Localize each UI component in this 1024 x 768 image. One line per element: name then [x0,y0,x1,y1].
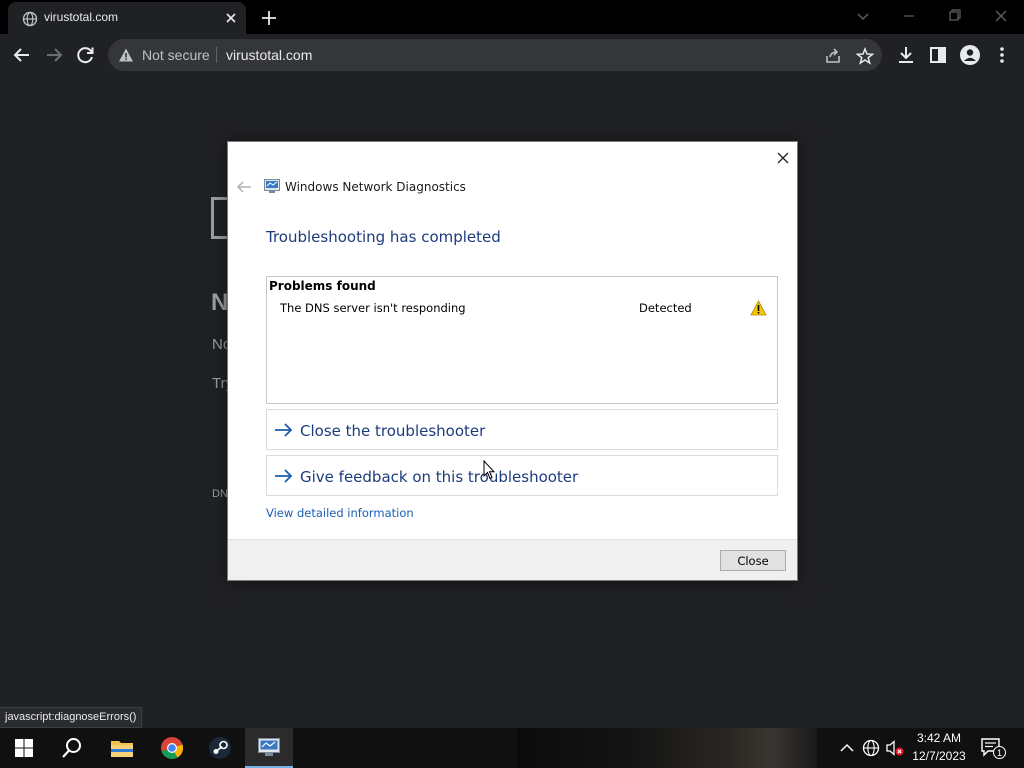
star-icon[interactable] [856,47,874,65]
network-diagnostics-icon [258,738,280,756]
download-icon[interactable] [894,44,918,66]
chrome-taskbar-button[interactable] [148,728,196,768]
volume-muted-icon[interactable] [885,738,905,758]
arrow-right-icon [275,423,293,437]
action-center-button[interactable]: 1 [980,737,1006,759]
tab-strip: virustotal.com [0,0,1024,34]
clock-date[interactable]: 12/7/2023 [911,749,967,763]
give-feedback-link[interactable]: Give feedback on this troubleshooter [266,455,778,496]
arrow-right-icon [275,469,293,483]
share-icon[interactable] [824,47,842,65]
search-button[interactable] [48,728,96,768]
menu-icon[interactable] [990,44,1014,66]
clock-time[interactable]: 3:42 AM [916,731,962,745]
problem-name: The DNS server isn't responding [280,301,466,315]
back-icon[interactable] [10,44,34,66]
windows-logo-icon [15,739,33,757]
file-explorer-button[interactable] [98,728,146,768]
status-bar: javascript:diagnoseErrors() [0,707,143,728]
network-diagnostics-taskbar-button[interactable] [245,728,293,768]
problems-found-panel: Problems found The DNS server isn't resp… [266,276,778,404]
address-bar[interactable]: Not secure virustotal.com [108,39,882,71]
notification-badge: 1 [993,746,1006,759]
close-troubleshooter-label: Close the troubleshooter [300,422,486,440]
browser-tab[interactable]: virustotal.com [8,2,246,34]
omnibox-divider [216,47,217,63]
security-label[interactable]: Not secure [142,47,210,63]
search-icon [62,738,81,758]
warning-icon [750,300,767,316]
folder-icon [111,741,133,757]
chrome-icon [161,737,184,759]
close-tab-icon[interactable] [223,10,239,26]
back-arrow-icon[interactable] [236,180,252,194]
view-detailed-info-link[interactable]: View detailed information [266,506,414,520]
tab-title: virustotal.com [44,10,119,24]
steam-icon [209,737,231,759]
chevron-up-icon[interactable] [837,738,857,758]
forward-icon[interactable] [42,44,66,66]
steam-taskbar-button[interactable] [196,728,244,768]
network-diagnostics-dialog: Windows Network Diagnostics Troubleshoot… [227,141,798,581]
browser-toolbar: Not secure virustotal.com [0,34,1024,76]
close-troubleshooter-link[interactable]: Close the troubleshooter [266,409,778,450]
new-tab-icon[interactable] [258,7,280,29]
restore-icon[interactable] [943,6,967,26]
dialog-heading: Troubleshooting has completed [266,228,501,246]
close-button[interactable]: Close [720,550,786,571]
taskbar-background-image [517,728,817,768]
mouse-cursor-icon [483,460,495,480]
network-globe-icon[interactable] [861,738,881,758]
url-text[interactable]: virustotal.com [226,47,312,63]
network-diagnostics-icon [264,179,280,193]
tab-search-icon[interactable] [851,6,875,26]
taskbar: 3:42 AM 12/7/2023 1 [0,728,1024,768]
globe-icon [22,11,38,27]
minimize-icon[interactable] [897,6,921,26]
error-heading: N [211,289,229,316]
problem-status: Detected [639,301,692,315]
warning-icon[interactable] [118,47,134,63]
give-feedback-label: Give feedback on this troubleshooter [300,468,579,486]
problems-title: Problems found [269,279,376,293]
dialog-app-title: Windows Network Diagnostics [285,180,466,194]
profile-icon[interactable] [958,44,982,66]
error-code: DN [212,488,228,500]
side-panel-icon[interactable] [926,44,950,66]
reload-icon[interactable] [74,44,98,66]
dialog-footer: Close [228,539,797,580]
close-icon[interactable] [773,148,793,168]
close-window-icon[interactable] [989,6,1013,26]
start-button[interactable] [0,728,48,768]
